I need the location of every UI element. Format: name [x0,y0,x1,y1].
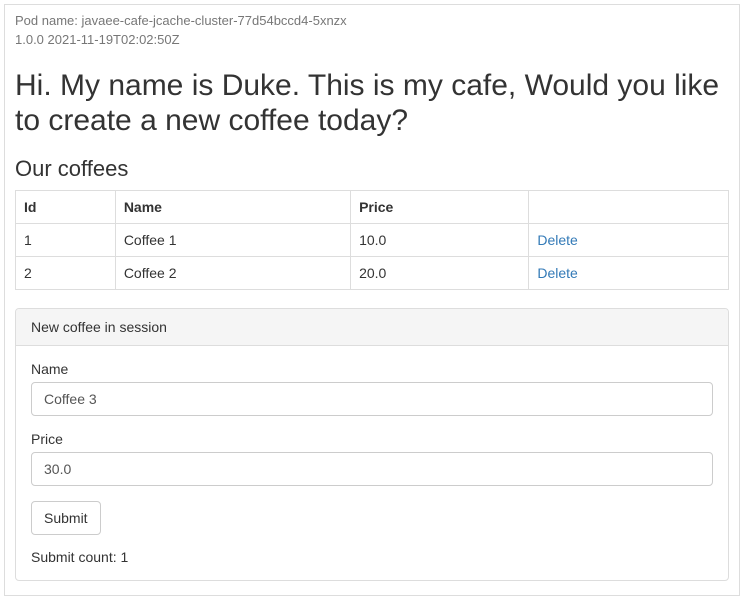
name-label: Name [31,361,713,377]
app-container: Pod name: javaee-cafe-jcache-cluster-77d… [4,4,740,596]
cell-id: 2 [16,257,116,290]
submit-count-text: Submit count: 1 [31,549,713,565]
cell-name: Coffee 1 [115,224,350,257]
delete-link[interactable]: Delete [537,265,577,281]
price-label: Price [31,431,713,447]
col-header-action [529,191,729,224]
cell-id: 1 [16,224,116,257]
pod-name-text: Pod name: javaee-cafe-jcache-cluster-77d… [15,13,729,28]
col-header-price: Price [351,191,529,224]
page-title: Hi. My name is Duke. This is my cafe, Wo… [15,69,729,138]
col-header-name: Name [115,191,350,224]
name-input[interactable] [31,382,713,416]
panel-title: New coffee in session [16,309,728,346]
submit-button[interactable]: Submit [31,501,101,535]
price-input[interactable] [31,452,713,486]
col-header-id: Id [16,191,116,224]
cell-name: Coffee 2 [115,257,350,290]
table-row: 1 Coffee 1 10.0 Delete [16,224,729,257]
coffees-table: Id Name Price 1 Coffee 1 10.0 Delete 2 C… [15,190,729,290]
cell-price: 10.0 [351,224,529,257]
version-text: 1.0.0 2021-11-19T02:02:50Z [15,32,729,47]
coffees-heading: Our coffees [15,156,729,182]
cell-price: 20.0 [351,257,529,290]
new-coffee-panel: New coffee in session Name Price Submit … [15,308,729,581]
table-row: 2 Coffee 2 20.0 Delete [16,257,729,290]
panel-body: Name Price Submit Submit count: 1 [16,346,728,580]
delete-link[interactable]: Delete [537,232,577,248]
